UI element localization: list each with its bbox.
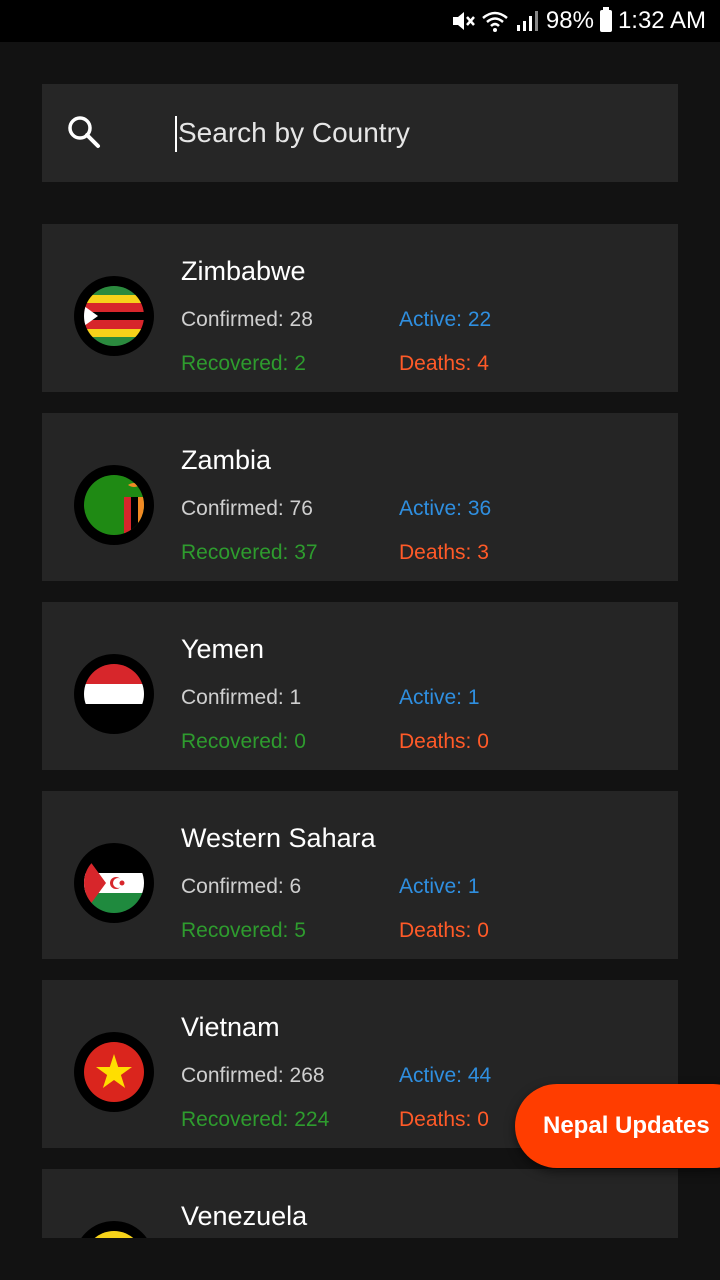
western-sahara-flag-icon xyxy=(84,853,144,913)
confirmed-count: Confirmed: 6 xyxy=(181,875,302,898)
flag-avatar xyxy=(74,1032,154,1112)
search-bar[interactable] xyxy=(42,84,678,182)
deaths-count: Deaths: 4 xyxy=(399,352,489,375)
search-input[interactable] xyxy=(178,84,658,182)
country-card[interactable]: Western Sahara Confirmed: 6 Active: 1 Re… xyxy=(42,791,678,959)
search-icon[interactable] xyxy=(66,114,102,150)
country-card[interactable]: Zimbabwe Confirmed: 28 Active: 22 Recove… xyxy=(42,224,678,392)
recovered-count: Recovered: 5 xyxy=(181,919,306,942)
confirmed-count: Confirmed: 76 xyxy=(181,497,313,520)
country-card[interactable]: Yemen Confirmed: 1 Active: 1 Recovered: … xyxy=(42,602,678,770)
active-count: Active: 1 xyxy=(399,686,480,709)
recovered-count: Recovered: 37 xyxy=(181,541,318,564)
deaths-count: Deaths: 3 xyxy=(399,541,489,564)
confirmed-count: Confirmed: 268 xyxy=(181,1064,325,1087)
active-count: Active: 44 xyxy=(399,1064,492,1087)
flag-avatar xyxy=(74,276,154,356)
active-count: Active: 36 xyxy=(399,497,492,520)
country-card[interactable]: Zambia Confirmed: 76 Active: 36 Recovere… xyxy=(42,413,678,581)
battery-icon xyxy=(599,7,612,32)
country-name: Western Sahara xyxy=(181,823,376,853)
country-name: Zambia xyxy=(181,445,272,475)
vietnam-flag-icon xyxy=(84,1042,144,1102)
flag-avatar xyxy=(74,654,154,734)
confirmed-count: Confirmed: 28 xyxy=(181,308,313,331)
status-icons: 98% 1:32 AM xyxy=(450,0,706,42)
recovered-count: Recovered: 2 xyxy=(181,352,306,375)
venezuela-flag-icon xyxy=(84,1231,144,1238)
text-cursor xyxy=(175,116,177,152)
signal-icon xyxy=(516,11,538,31)
deaths-count: Deaths: 0 xyxy=(399,730,489,753)
recovered-count: Recovered: 224 xyxy=(181,1108,330,1131)
yemen-flag-icon xyxy=(84,664,144,724)
deaths-count: Deaths: 0 xyxy=(399,1108,489,1131)
active-count: Active: 1 xyxy=(399,875,480,898)
zambia-flag-icon xyxy=(84,475,144,535)
nepal-updates-button[interactable]: Nepal Updates xyxy=(515,1084,720,1168)
flag-avatar xyxy=(74,843,154,923)
zimbabwe-flag-icon xyxy=(84,286,144,346)
flag-avatar xyxy=(74,1221,154,1238)
deaths-count: Deaths: 0 xyxy=(399,919,489,942)
mute-icon xyxy=(452,12,475,30)
clock: 1:32 AM xyxy=(617,7,706,34)
country-name: Yemen xyxy=(181,634,265,664)
flag-avatar xyxy=(74,465,154,545)
country-name: Zimbabwe xyxy=(181,256,306,286)
country-name: Venezuela xyxy=(181,1201,308,1231)
recovered-count: Recovered: 0 xyxy=(181,730,306,753)
status-bar: 98% 1:32 AM xyxy=(0,0,720,42)
country-name: Vietnam xyxy=(181,1012,280,1042)
battery-percent: 98% xyxy=(545,7,594,34)
country-card[interactable]: Venezuela xyxy=(42,1169,678,1238)
wifi-icon xyxy=(482,11,508,32)
confirmed-count: Confirmed: 1 xyxy=(181,686,302,709)
active-count: Active: 22 xyxy=(399,308,492,331)
